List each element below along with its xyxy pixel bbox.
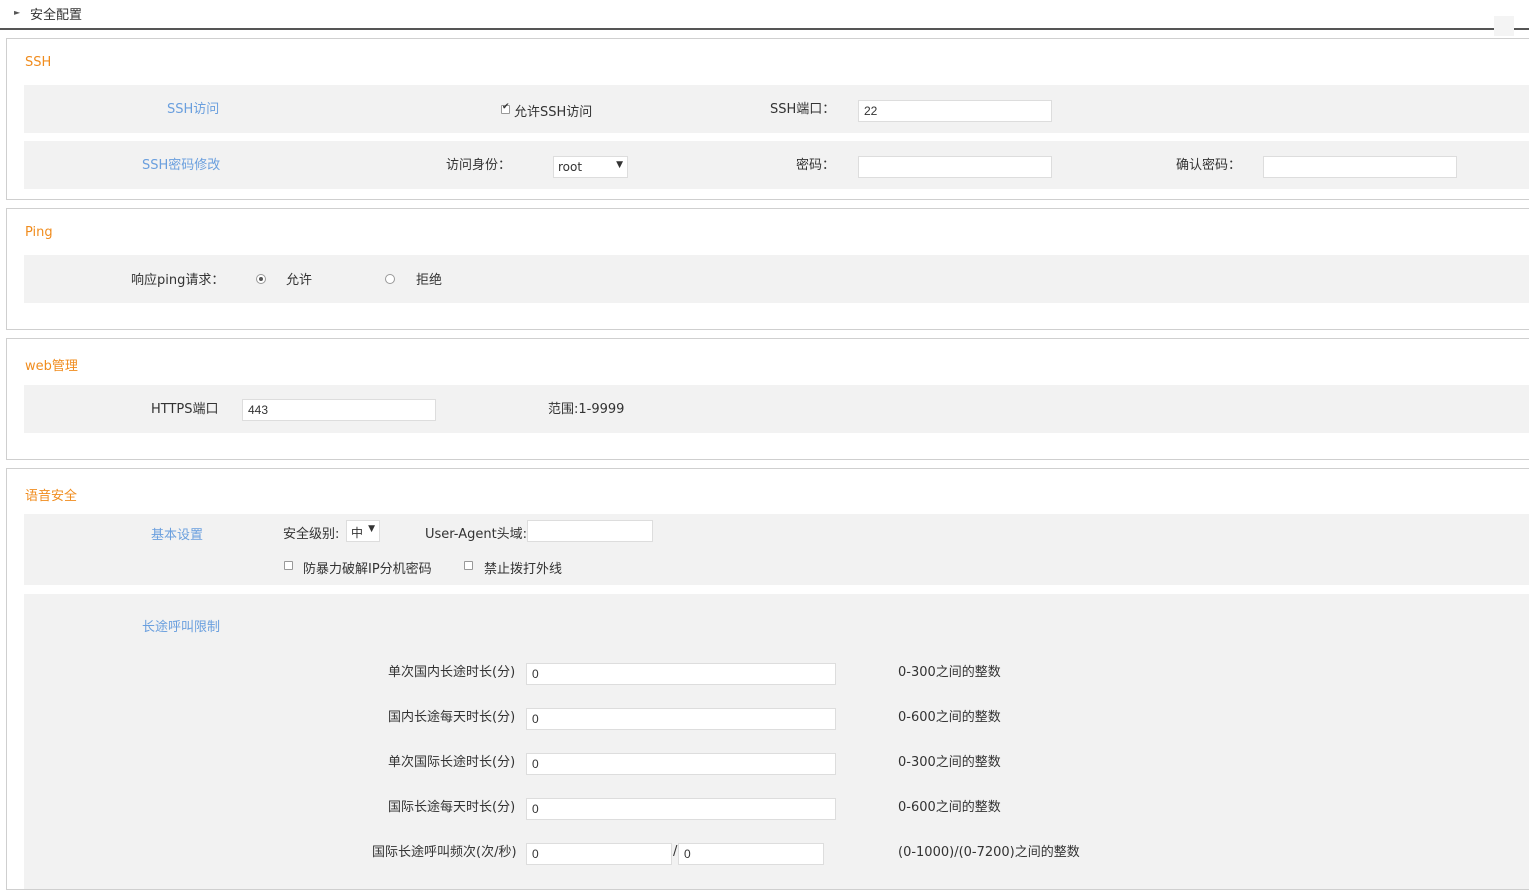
call-frequency-label: 国际长途呼叫频次(次/秒) bbox=[372, 845, 517, 860]
confirm-password-input[interactable] bbox=[1263, 156, 1457, 178]
dropdown-arrow-icon: ▼ bbox=[616, 160, 623, 170]
ld-row-label: 国内长途每天时长(分) bbox=[388, 710, 516, 725]
allow-ssh-checkbox[interactable] bbox=[501, 102, 510, 114]
ld-row-label: 单次国际长途时长(分) bbox=[388, 755, 516, 770]
page-title: 安全配置 bbox=[30, 8, 83, 23]
ld-row-input[interactable] bbox=[526, 753, 836, 775]
ping-row: 响应ping请求： 允许 拒绝 bbox=[24, 255, 1529, 303]
https-port-input[interactable] bbox=[242, 399, 436, 421]
long-distance-limit-label: 长途呼叫限制 bbox=[142, 620, 221, 635]
basic-settings-label: 基本设置 bbox=[151, 528, 204, 543]
basic-settings-row: 基本设置 安全级别: 中 ▼ User-Agent头域: 防暴力破解IP分机密码… bbox=[24, 514, 1529, 585]
call-frequency-input-2[interactable] bbox=[678, 843, 824, 865]
ld-row-input[interactable] bbox=[526, 708, 836, 730]
dropdown-arrow-icon: ▼ bbox=[368, 524, 375, 534]
ld-row-hint: 0-300之间的整数 bbox=[898, 755, 1001, 770]
ssh-password-row: SSH密码修改 访问身份： root ▼ 密码： 确认密码： bbox=[24, 141, 1529, 189]
no-outside-call-checkbox[interactable] bbox=[464, 561, 473, 570]
https-port-label: HTTPS端口 bbox=[151, 402, 219, 417]
identity-select[interactable]: root ▼ bbox=[553, 156, 628, 178]
expand-arrow-icon[interactable]: ► bbox=[14, 8, 20, 17]
ssh-access-label: SSH访问 bbox=[167, 102, 220, 117]
call-frequency-hint: (0-1000)/(0-7200)之间的整数 bbox=[898, 845, 1080, 860]
anti-bruteforce-checkbox[interactable] bbox=[284, 561, 293, 570]
security-level-label: 安全级别: bbox=[283, 527, 340, 542]
anti-bruteforce-label: 防暴力破解IP分机密码 bbox=[303, 562, 432, 577]
ld-row-input[interactable] bbox=[526, 663, 836, 685]
allow-ping-radio[interactable] bbox=[256, 274, 266, 284]
ld-row-hint: 0-600之间的整数 bbox=[898, 710, 1001, 725]
voice-panel: 语音安全 基本设置 安全级别: 中 ▼ User-Agent头域: 防暴力破解I… bbox=[6, 468, 1529, 890]
respond-ping-label: 响应ping请求： bbox=[131, 273, 225, 288]
ssh-port-label: SSH端口： bbox=[770, 102, 836, 117]
ld-row-hint: 0-300之间的整数 bbox=[898, 665, 1001, 680]
user-agent-input[interactable] bbox=[527, 520, 653, 542]
identity-value: root bbox=[558, 160, 583, 174]
ld-row-input[interactable] bbox=[526, 798, 836, 820]
long-distance-limit-block: 长途呼叫限制 单次国内长途时长(分) 0-300之间的整数 国内长途每天时长(分… bbox=[24, 594, 1529, 889]
ssh-section-title: SSH bbox=[25, 55, 52, 70]
password-input[interactable] bbox=[858, 156, 1052, 178]
corner-toggle[interactable] bbox=[1494, 16, 1514, 36]
security-level-value: 中 bbox=[351, 526, 364, 540]
voice-section-title: 语音安全 bbox=[25, 489, 78, 504]
web-panel: web管理 HTTPS端口 范围:1-9999 bbox=[6, 338, 1529, 460]
frequency-separator: / bbox=[673, 844, 678, 859]
confirm-password-label: 确认密码： bbox=[1176, 158, 1242, 173]
https-range-hint: 范围:1-9999 bbox=[548, 402, 625, 417]
call-frequency-input-1[interactable] bbox=[526, 843, 672, 865]
ssh-access-row: SSH访问 允许SSH访问 SSH端口： bbox=[24, 85, 1529, 133]
ping-section-title: Ping bbox=[25, 225, 53, 240]
page-header: ► 安全配置 bbox=[0, 0, 1529, 36]
ssh-port-input[interactable] bbox=[858, 100, 1052, 122]
password-label: 密码： bbox=[796, 158, 836, 173]
https-row: HTTPS端口 范围:1-9999 bbox=[24, 385, 1529, 433]
ssh-panel: SSH SSH访问 允许SSH访问 SSH端口： SSH密码修改 访问身份： r… bbox=[6, 38, 1529, 200]
ssh-password-change-label: SSH密码修改 bbox=[142, 158, 221, 173]
user-agent-label: User-Agent头域: bbox=[425, 527, 528, 542]
deny-ping-label: 拒绝 bbox=[416, 273, 443, 288]
deny-ping-radio[interactable] bbox=[385, 274, 395, 284]
no-outside-call-label: 禁止拨打外线 bbox=[484, 562, 563, 577]
ld-row-hint: 0-600之间的整数 bbox=[898, 800, 1001, 815]
identity-label: 访问身份： bbox=[446, 158, 512, 173]
ld-row-label: 国际长途每天时长(分) bbox=[388, 800, 516, 815]
allow-ping-label: 允许 bbox=[286, 273, 313, 288]
security-level-select[interactable]: 中 ▼ bbox=[346, 520, 380, 542]
web-section-title: web管理 bbox=[25, 359, 78, 374]
ping-panel: Ping 响应ping请求： 允许 拒绝 bbox=[6, 208, 1529, 330]
allow-ssh-label: 允许SSH访问 bbox=[514, 105, 593, 120]
ld-row-label: 单次国内长途时长(分) bbox=[388, 665, 516, 680]
